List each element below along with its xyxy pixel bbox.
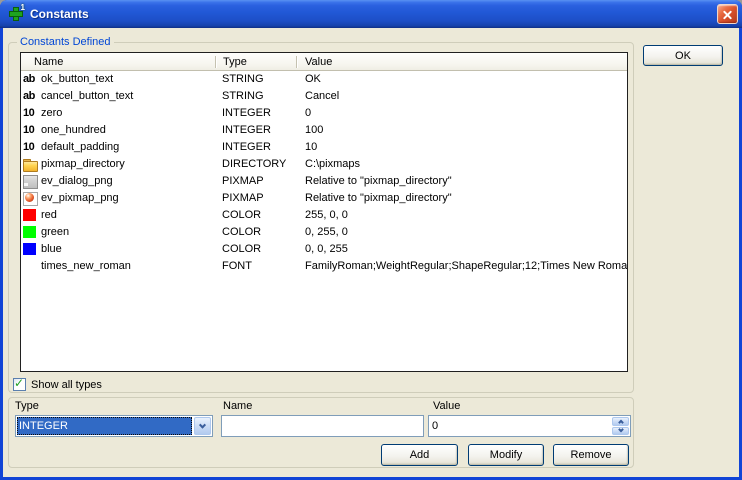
row-type: INTEGER	[215, 122, 296, 139]
number-glyph-icon: 10	[23, 107, 38, 120]
type-combobox-dropdown-button[interactable]	[194, 417, 211, 435]
type-label: Type	[15, 400, 39, 413]
column-header-type[interactable]: Type	[215, 53, 296, 71]
text-glyph-icon: ab	[23, 73, 38, 86]
swatch-green-icon	[23, 226, 38, 239]
type-combobox-value: INTEGER	[17, 417, 192, 435]
chevron-down-icon	[199, 421, 206, 428]
number-glyph-icon: 10	[23, 141, 38, 154]
value-spinbox	[428, 415, 631, 437]
table-row[interactable]: 10 default_padding INTEGER 10	[21, 139, 627, 156]
checkmark-icon: ✓	[14, 377, 24, 390]
table-row[interactable]: pixmap_directory DIRECTORY C:\pixmaps	[21, 156, 627, 173]
row-type: STRING	[215, 88, 296, 105]
swatch-red-icon	[23, 209, 38, 222]
column-header-name[interactable]: Name	[21, 53, 215, 71]
row-type: FONT	[215, 258, 296, 275]
image-pixmap-icon	[23, 192, 38, 205]
table-row[interactable]: blue COLOR 0, 0, 255	[21, 241, 627, 258]
row-type: STRING	[215, 71, 296, 88]
row-type: PIXMAP	[215, 173, 296, 190]
row-value: 10	[296, 139, 627, 156]
groupbox-title: Constants Defined	[17, 35, 114, 49]
table-row[interactable]: ab cancel_button_text STRING Cancel	[21, 88, 627, 105]
row-type: PIXMAP	[215, 190, 296, 207]
row-name: pixmap_directory	[41, 156, 125, 173]
row-value: 100	[296, 122, 627, 139]
close-button[interactable]	[717, 4, 738, 24]
show-all-types-label: Show all types	[31, 379, 102, 391]
value-input[interactable]	[429, 416, 611, 436]
constants-table-body: ab ok_button_text STRING OK ab cancel_bu…	[21, 71, 627, 275]
type-combobox[interactable]: INTEGER	[15, 415, 213, 437]
table-row[interactable]: 10 one_hundred INTEGER 100	[21, 122, 627, 139]
row-name: blue	[41, 241, 62, 258]
spin-up-button[interactable]	[612, 417, 629, 426]
ok-button[interactable]: OK	[643, 45, 723, 66]
row-type: COLOR	[215, 207, 296, 224]
row-value: C:\pixmaps	[296, 156, 627, 173]
row-name: times_new_roman	[41, 258, 131, 275]
row-name: red	[41, 207, 57, 224]
row-name: one_hundred	[41, 122, 106, 139]
row-type: COLOR	[215, 224, 296, 241]
table-row[interactable]: ev_pixmap_png PIXMAP Relative to "pixmap…	[21, 190, 627, 207]
add-button[interactable]: Add	[381, 444, 458, 466]
swatch-blue-icon	[23, 243, 38, 256]
table-row[interactable]: red COLOR 255, 0, 0	[21, 207, 627, 224]
row-value: 0, 0, 255	[296, 241, 627, 258]
icon-badge: 1	[21, 3, 25, 12]
row-value: 0	[296, 105, 627, 122]
row-name: ev_dialog_png	[41, 173, 113, 190]
spin-down-button[interactable]	[612, 427, 629, 436]
row-value: Relative to "pixmap_directory"	[296, 173, 627, 190]
show-all-types-checkbox[interactable]: ✓	[13, 378, 26, 391]
table-row[interactable]: 10 zero INTEGER 0	[21, 105, 627, 122]
chevron-down-icon	[618, 427, 624, 433]
row-name: green	[41, 224, 69, 241]
chevron-up-icon	[618, 420, 624, 426]
value-label: Value	[433, 400, 460, 413]
titlebar: 1 Constants	[0, 0, 742, 28]
window-title: Constants	[30, 7, 89, 21]
table-row[interactable]: times_new_roman FONT FamilyRoman;WeightR…	[21, 258, 627, 275]
row-type: INTEGER	[215, 105, 296, 122]
row-value: Cancel	[296, 88, 627, 105]
row-name: ev_pixmap_png	[41, 190, 119, 207]
text-glyph-icon: ab	[23, 90, 38, 103]
row-type: INTEGER	[215, 139, 296, 156]
row-type: COLOR	[215, 241, 296, 258]
constants-defined-groupbox: Constants Defined Name Type Value ab ok_…	[8, 42, 634, 393]
table-row[interactable]: ab ok_button_text STRING OK	[21, 71, 627, 88]
folder-icon	[23, 158, 38, 171]
row-name: ok_button_text	[41, 71, 113, 88]
none-icon	[23, 260, 38, 273]
row-type: DIRECTORY	[215, 156, 296, 173]
row-name: cancel_button_text	[41, 88, 133, 105]
dialog-body: Constants Defined Name Type Value ab ok_…	[3, 28, 739, 477]
show-all-types-row[interactable]: ✓ Show all types	[13, 378, 102, 391]
constants-list: Name Type Value ab ok_button_text STRING…	[20, 52, 628, 372]
row-value: 255, 0, 0	[296, 207, 627, 224]
table-row[interactable]: green COLOR 0, 255, 0	[21, 224, 627, 241]
constants-dialog: 1 Constants Constants Defined Name Type …	[0, 0, 742, 480]
name-label: Name	[223, 400, 252, 413]
row-value: OK	[296, 71, 627, 88]
dialog-pixmap-icon	[23, 175, 38, 188]
spinner-buttons	[612, 417, 629, 435]
row-name: default_padding	[41, 139, 119, 156]
editor-groupbox: Type Name Value INTEGER Add Modify Remov…	[8, 397, 634, 468]
row-value: Relative to "pixmap_directory"	[296, 190, 627, 207]
remove-button[interactable]: Remove	[553, 444, 629, 466]
modify-button[interactable]: Modify	[468, 444, 544, 466]
app-plus-one-icon: 1	[8, 6, 24, 22]
row-name: zero	[41, 105, 62, 122]
row-value: 0, 255, 0	[296, 224, 627, 241]
name-input[interactable]	[221, 415, 424, 437]
row-value: FamilyRoman;WeightRegular;ShapeRegular;1…	[296, 258, 627, 275]
table-row[interactable]: ev_dialog_png PIXMAP Relative to "pixmap…	[21, 173, 627, 190]
number-glyph-icon: 10	[23, 124, 38, 137]
list-header: Name Type Value	[21, 53, 627, 71]
column-header-value[interactable]: Value	[296, 53, 627, 71]
